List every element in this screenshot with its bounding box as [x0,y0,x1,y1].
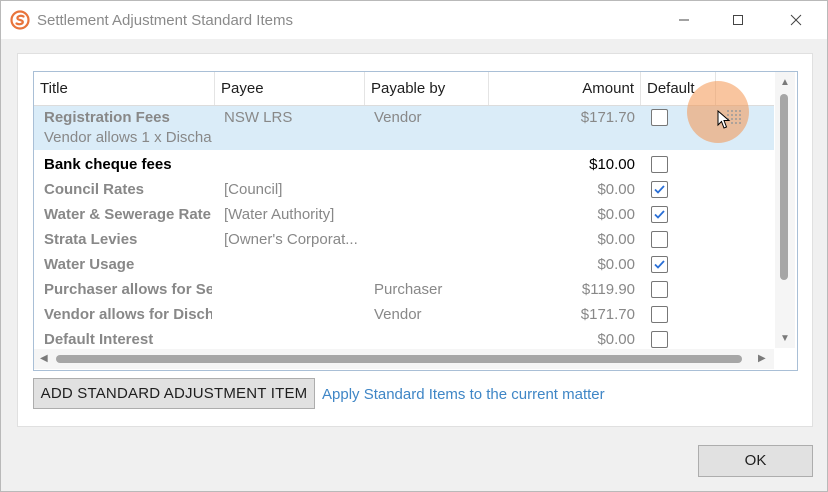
cell-payable-by: Purchaser [374,281,443,298]
default-checkbox[interactable] [651,206,668,223]
ok-button[interactable]: OK [698,445,813,477]
grid-header: Title Payee Payable by Amount Default [34,72,774,106]
cell-amount: $0.00 [597,181,635,198]
maximize-button[interactable] [715,1,761,39]
table-row[interactable]: Water Usage $0.00 [34,252,774,277]
cell-amount: $0.00 [597,206,635,223]
cell-payee: [Owner's Corporat... [224,231,358,248]
minimize-button[interactable] [661,1,707,39]
apply-standard-items-link[interactable]: Apply Standard Items to the current matt… [322,386,605,403]
table-row[interactable]: Water & Sewerage Rate [Water Authority] $0… [34,202,774,227]
cell-title: Purchaser allows for Sec [44,281,212,298]
horizontal-scrollbar[interactable]: ◀ ▶ [34,349,774,369]
cell-payee: [Water Authority] [224,206,335,223]
check-icon [654,210,665,219]
default-checkbox[interactable] [651,331,668,348]
minimize-icon [679,19,689,21]
table-row[interactable]: Bank cheque fees $10.00 [34,152,774,177]
cell-payee: NSW LRS [224,109,293,126]
default-checkbox[interactable] [651,156,668,173]
cell-payee: [Council] [224,181,283,198]
horizontal-scroll-thumb[interactable] [56,355,742,363]
table-row[interactable]: Vendor allows for Disch Vendor $171.70 [34,302,774,327]
column-header-title[interactable]: Title [34,72,215,105]
default-checkbox[interactable] [651,109,668,126]
cell-amount: $0.00 [597,331,635,348]
vertical-scroll-thumb[interactable] [780,94,788,280]
default-checkbox[interactable] [651,306,668,323]
cell-subtitle: Vendor allows 1 x Dischar [44,129,212,146]
cell-title: Vendor allows for Disch [44,306,212,323]
cell-title: Strata Levies [44,231,138,248]
cell-title: Bank cheque fees [44,156,172,173]
column-header-payable-by[interactable]: Payable by [365,72,489,105]
cell-title: Council Rates [44,181,145,198]
table-row[interactable]: Purchaser allows for Sec Purchaser $119.90 [34,277,774,302]
column-header-amount[interactable]: Amount [489,72,641,105]
check-icon [654,260,665,269]
cell-amount: $10.00 [589,156,635,173]
vertical-scrollbar[interactable]: ▲ ▼ [775,72,795,348]
check-icon [654,185,665,194]
close-icon [790,14,802,26]
dialog-window: Settlement Adjustment Standard Items Tit… [0,0,828,492]
cell-title: Water & Sewerage Rate [44,206,212,223]
cell-title: Water Usage [44,256,135,273]
cell-amount: $0.00 [597,256,635,273]
scroll-left-icon[interactable]: ◀ [40,354,48,364]
scroll-down-icon[interactable]: ▼ [780,334,790,344]
cell-amount: $171.70 [580,109,635,126]
title-bar[interactable]: Settlement Adjustment Standard Items [1,1,827,39]
default-checkbox[interactable] [651,231,668,248]
close-button[interactable] [773,1,819,39]
table-row[interactable]: Registration Fees Vendor allows 1 x Disch… [34,106,774,150]
scroll-right-icon[interactable]: ▶ [758,354,766,364]
scroll-up-icon[interactable]: ▲ [780,78,790,88]
column-header-payee[interactable]: Payee [215,72,365,105]
app-logo-icon [10,10,30,30]
window-title: Settlement Adjustment Standard Items [37,12,293,29]
cell-amount: $171.70 [580,306,635,323]
cell-payable-by: Vendor [374,306,422,323]
standard-items-grid[interactable]: Title Payee Payable by Amount Default Re… [33,71,798,371]
default-checkbox[interactable] [651,256,668,273]
table-row[interactable]: Council Rates [Council] $0.00 [34,177,774,202]
cell-amount: $119.90 [581,281,635,298]
cell-title: Default Interest [44,331,154,348]
default-checkbox[interactable] [651,181,668,198]
cell-payable-by: Vendor [374,109,422,126]
cell-amount: $0.00 [597,231,635,248]
cell-title: Registration Fees [44,109,170,126]
table-row[interactable]: Strata Levies [Owner's Corporat... $0.00 [34,227,774,252]
mouse-cursor-icon [717,110,731,129]
default-checkbox[interactable] [651,281,668,298]
add-standard-adjustment-item-button[interactable]: ADD STANDARD ADJUSTMENT ITEM [33,378,315,409]
maximize-icon [733,15,743,25]
